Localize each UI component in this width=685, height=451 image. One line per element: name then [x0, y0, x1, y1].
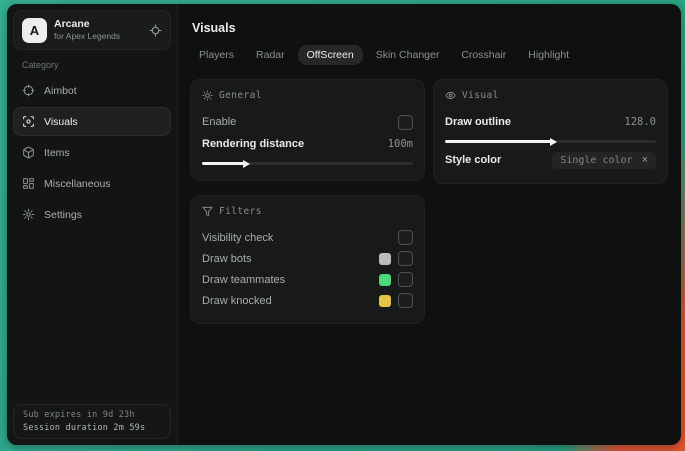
- session-duration-text: Session duration 2m 59s: [23, 423, 146, 433]
- sidebar: A Arcane for Apex Legends Category Aimbo…: [7, 4, 178, 445]
- gear-icon: [22, 208, 35, 221]
- draw-teammates-row: Draw teammates: [202, 269, 413, 290]
- layout-grid-icon: [22, 177, 35, 190]
- style-color-select[interactable]: Single color ×: [552, 151, 656, 169]
- enable-label: Enable: [202, 116, 237, 128]
- draw-teammates-label: Draw teammates: [202, 273, 286, 286]
- visibility-check-checkbox[interactable]: [398, 230, 413, 245]
- style-color-selected-value: Single color: [560, 154, 633, 166]
- slider-fill: [445, 137, 557, 146]
- target-icon[interactable]: [149, 24, 162, 37]
- page-title: Visuals: [192, 21, 236, 35]
- visual-card-header: Visual: [445, 90, 656, 101]
- sidebar-item-miscellaneous[interactable]: Miscellaneous: [13, 169, 171, 198]
- sidebar-item-label: Settings: [44, 208, 82, 221]
- sidebar-item-label: Items: [44, 146, 70, 159]
- desktop-background: A Arcane for Apex Legends Category Aimbo…: [0, 0, 685, 451]
- sun-icon: [202, 90, 213, 101]
- slider-thumb[interactable]: [549, 137, 557, 146]
- draw-bots-label: Draw bots: [202, 252, 252, 265]
- cards-grid: General Enable Rendering distance 100m V…: [190, 79, 668, 324]
- sidebar-item-settings[interactable]: Settings: [13, 200, 171, 229]
- visual-card-title: Visual: [462, 90, 499, 101]
- general-card-title: General: [219, 90, 262, 101]
- draw-knocked-color-swatch[interactable]: [379, 294, 391, 307]
- main-panel: Visuals Players Radar OffScreen Skin Cha…: [178, 4, 681, 445]
- draw-outline-value: 128.0: [624, 116, 656, 128]
- app-window: A Arcane for Apex Legends Category Aimbo…: [7, 4, 681, 445]
- draw-bots-row: Draw bots: [202, 248, 413, 269]
- row-controls: [379, 251, 413, 266]
- sidebar-item-label: Visuals: [44, 115, 78, 128]
- tab-crosshair[interactable]: Crosshair: [452, 45, 515, 65]
- app-logo: A: [22, 17, 47, 43]
- draw-knocked-label: Draw knocked: [202, 294, 272, 307]
- sidebar-item-label: Miscellaneous: [44, 177, 111, 190]
- eye-icon: [445, 90, 456, 101]
- filters-card-title: Filters: [219, 206, 262, 217]
- filters-card: Filters Visibility check Draw bots Draw …: [190, 195, 425, 324]
- slider-fill: [202, 159, 251, 168]
- visual-card: Visual Draw outline 128.0 Style color Si…: [433, 79, 668, 184]
- rendering-distance-label: Rendering distance: [202, 138, 305, 150]
- draw-teammates-color-swatch[interactable]: [379, 273, 391, 286]
- row-controls: [379, 272, 413, 287]
- tab-radar[interactable]: Radar: [247, 45, 294, 65]
- general-card: General Enable Rendering distance 100m: [190, 79, 425, 181]
- funnel-icon: [202, 206, 213, 217]
- rendering-distance-row: Rendering distance 100m: [202, 133, 413, 155]
- visibility-check-row: Visibility check: [202, 227, 413, 248]
- draw-knocked-row: Draw knocked: [202, 290, 413, 311]
- app-title: Arcane: [54, 18, 90, 31]
- tab-offscreen[interactable]: OffScreen: [297, 45, 363, 65]
- slider-thumb[interactable]: [243, 159, 251, 168]
- sidebar-item-aimbot[interactable]: Aimbot: [13, 76, 171, 105]
- style-color-label: Style color: [445, 154, 502, 166]
- enable-row: Enable: [202, 111, 413, 133]
- rendering-distance-slider[interactable]: [202, 159, 413, 168]
- tab-players[interactable]: Players: [190, 45, 243, 65]
- visibility-check-label: Visibility check: [202, 231, 274, 244]
- tab-skin-changer[interactable]: Skin Changer: [367, 45, 449, 65]
- row-controls: [398, 230, 413, 245]
- session-info-card: Sub expires in 9d 23h Session duration 2…: [13, 404, 171, 439]
- crosshair-icon: [22, 84, 35, 97]
- draw-bots-checkbox[interactable]: [398, 251, 413, 266]
- clear-icon[interactable]: ×: [642, 154, 648, 166]
- app-titles: Arcane for Apex Legends: [54, 18, 120, 42]
- filters-card-header: Filters: [202, 206, 413, 217]
- draw-teammates-checkbox[interactable]: [398, 272, 413, 287]
- draw-knocked-checkbox[interactable]: [398, 293, 413, 308]
- sidebar-item-label: Aimbot: [44, 84, 77, 97]
- app-subtitle: for Apex Legends: [54, 31, 121, 42]
- draw-bots-color-swatch[interactable]: [379, 252, 391, 265]
- scan-eye-icon: [22, 115, 35, 128]
- sub-expires-text: Sub expires in 9d 23h: [23, 410, 135, 420]
- app-header-card: A Arcane for Apex Legends: [13, 10, 171, 50]
- general-card-header: General: [202, 90, 413, 101]
- sidebar-item-visuals[interactable]: Visuals: [13, 107, 171, 136]
- tab-highlight[interactable]: Highlight: [519, 45, 578, 65]
- style-color-row: Style color Single color ×: [445, 149, 656, 171]
- sidebar-item-items[interactable]: Items: [13, 138, 171, 167]
- draw-outline-label: Draw outline: [445, 116, 512, 128]
- package-icon: [22, 146, 35, 159]
- tab-bar: Players Radar OffScreen Skin Changer Cro…: [190, 45, 668, 65]
- draw-outline-slider[interactable]: [445, 137, 656, 146]
- sidebar-category-label: Category: [22, 60, 59, 70]
- rendering-distance-value: 100m: [387, 138, 413, 150]
- row-controls: [379, 293, 413, 308]
- app-logo-letter: A: [29, 22, 40, 38]
- draw-outline-row: Draw outline 128.0: [445, 111, 656, 133]
- enable-checkbox[interactable]: [398, 114, 413, 130]
